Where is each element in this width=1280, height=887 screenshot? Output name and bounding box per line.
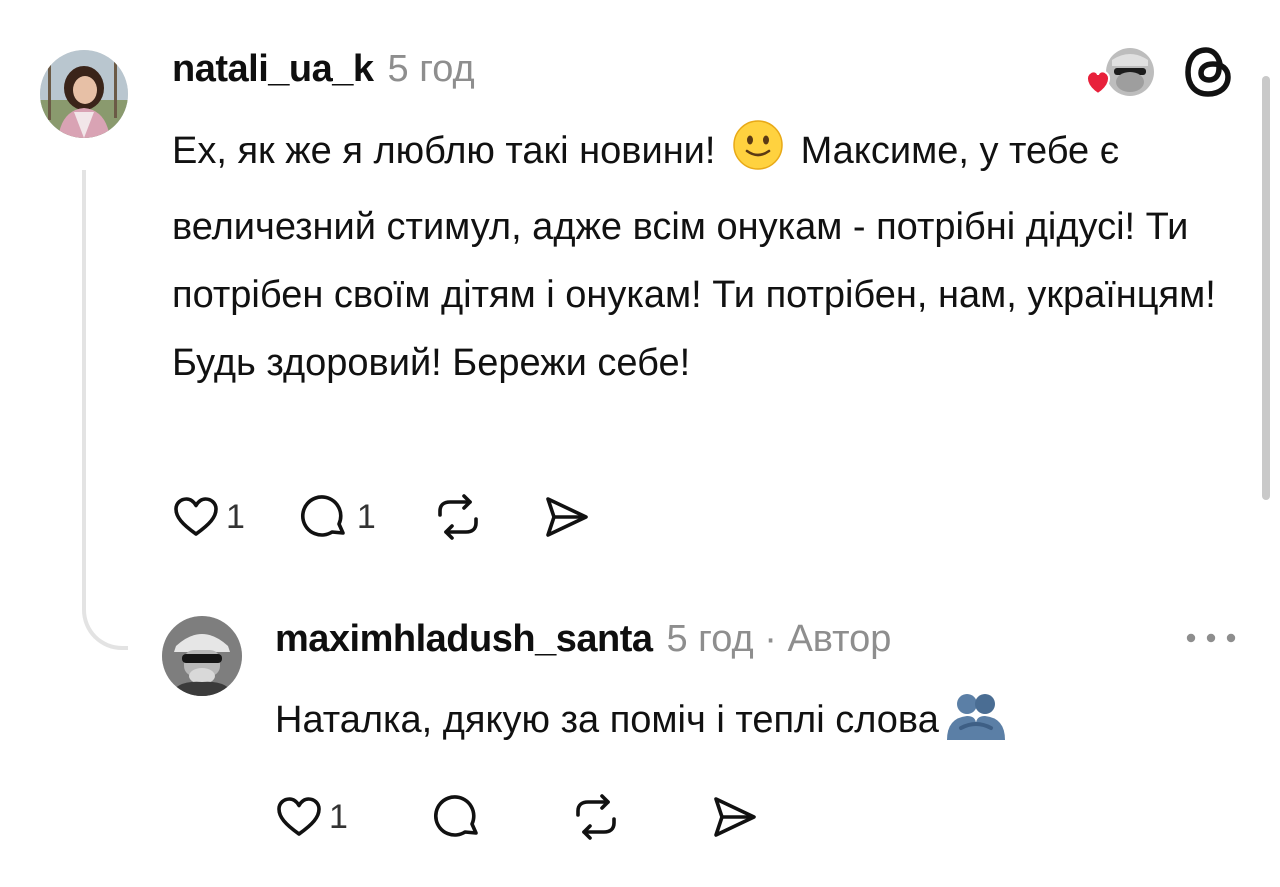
reply-count: 1 <box>356 497 376 536</box>
like-button[interactable]: 1 <box>275 793 348 841</box>
comment-text: Ех, як же я люблю такі новини! Максиме, … <box>172 117 1232 397</box>
reply-header: maximhladush_santa 5 год · Автор <box>275 618 891 661</box>
heart-icon <box>277 797 321 836</box>
send-icon <box>546 497 588 537</box>
comment-actions: 1 1 <box>172 491 646 543</box>
threads-logo-icon[interactable] <box>1182 44 1236 100</box>
username[interactable]: natali_ua_k <box>172 48 374 91</box>
thread-connector-line <box>82 170 128 650</box>
like-button[interactable]: 1 <box>172 493 245 541</box>
reply-button[interactable]: 1 <box>299 491 376 543</box>
heart-icon <box>174 497 218 536</box>
heart-icon <box>1085 70 1111 96</box>
repost-icon <box>576 794 616 840</box>
avatar[interactable] <box>40 50 128 138</box>
reply-button[interactable] <box>432 791 484 843</box>
share-button[interactable] <box>708 791 760 843</box>
reply-actions: 1 <box>275 791 814 843</box>
timestamp-author-badge: 5 год · Автор <box>666 618 892 660</box>
like-count: 1 <box>226 497 245 536</box>
avatar[interactable] <box>162 616 242 696</box>
like-count: 1 <box>329 797 348 836</box>
send-icon <box>714 797 756 837</box>
username[interactable]: maximhladush_santa <box>275 618 653 661</box>
more-options-button[interactable] <box>1183 628 1239 653</box>
comment-icon <box>433 795 478 837</box>
liked-by-author-indicator[interactable] <box>1082 46 1160 100</box>
repost-icon <box>438 494 478 540</box>
comment-icon <box>300 495 345 537</box>
people-hugging-icon <box>945 690 1007 762</box>
reply-text: Наталка, дякую за поміч і теплі слова <box>275 686 1235 762</box>
scrollbar[interactable] <box>1262 76 1270 500</box>
more-horizontal-icon <box>1186 633 1236 643</box>
comment-header: natali_ua_k 5 год <box>172 48 475 91</box>
slightly-smiling-face-icon <box>732 119 784 193</box>
share-button[interactable] <box>540 491 592 543</box>
repost-button[interactable] <box>430 491 486 543</box>
repost-button[interactable] <box>568 791 624 843</box>
timestamp: 5 год <box>387 48 475 90</box>
